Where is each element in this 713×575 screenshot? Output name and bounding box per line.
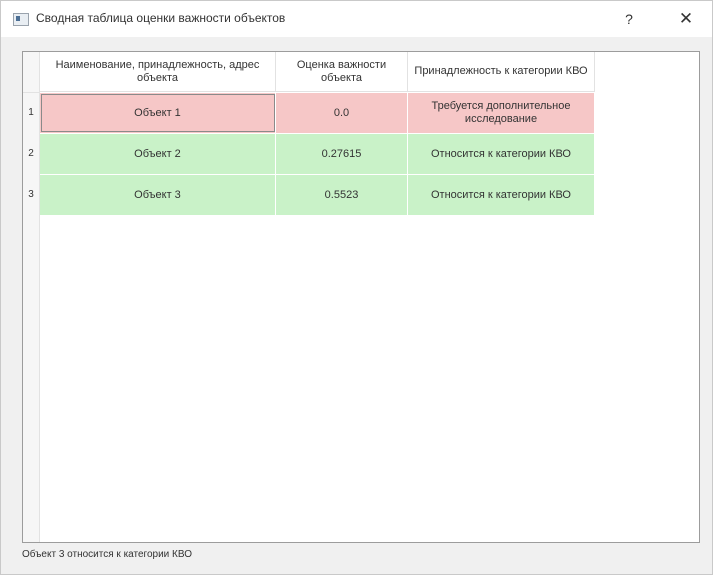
app-icon xyxy=(13,13,29,26)
table-corner-button[interactable] xyxy=(23,52,40,93)
column-header-category[interactable]: Принадлежность к категории КВО xyxy=(408,52,595,92)
cell-importance-score[interactable]: 0.0 xyxy=(276,93,408,133)
title-bar[interactable]: Сводная таблица оценки важности объектов… xyxy=(1,1,712,37)
status-bar-text: Объект 3 относится к категории КВО xyxy=(22,549,192,560)
row-header-1[interactable]: 1 xyxy=(23,93,39,133)
cell-category[interactable]: Требуется дополнительное исследование xyxy=(408,93,595,133)
row-header-2[interactable]: 2 xyxy=(23,134,39,174)
row-header-column: 1 2 3 xyxy=(23,93,40,542)
column-header-score[interactable]: Оценка важности объекта xyxy=(276,52,408,92)
cell-object-name[interactable]: Объект 3 xyxy=(40,175,276,215)
cell-importance-score[interactable]: 0.27615 xyxy=(276,134,408,174)
row-header-3[interactable]: 3 xyxy=(23,175,39,215)
summary-table[interactable]: Наименование, принадлежность, адрес объе… xyxy=(22,51,700,543)
cell-category[interactable]: Относится к категории КВО xyxy=(408,134,595,174)
close-button[interactable]: ✕ xyxy=(671,7,701,31)
help-button[interactable]: ? xyxy=(614,7,644,31)
column-header-name[interactable]: Наименование, принадлежность, адрес объе… xyxy=(40,52,276,92)
cell-object-name[interactable]: Объект 2 xyxy=(40,134,276,174)
cell-importance-score[interactable]: 0.5523 xyxy=(276,175,408,215)
cell-category[interactable]: Относится к категории КВО xyxy=(408,175,595,215)
dialog-window: Сводная таблица оценки важности объектов… xyxy=(0,0,713,575)
cell-object-name[interactable]: Объект 1 xyxy=(40,93,276,133)
window-title: Сводная таблица оценки важности объектов xyxy=(36,11,286,25)
